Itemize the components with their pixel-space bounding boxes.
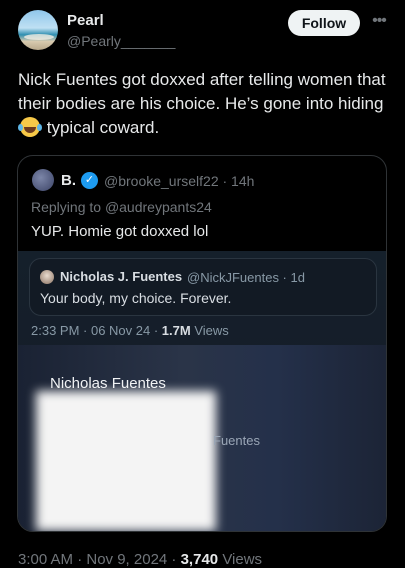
face-with-tears-of-joy-icon <box>18 117 40 137</box>
screenshot-inner-tweet: Nicholas J. Fuentes @NickJFuentes · 1d Y… <box>29 258 377 316</box>
tweet-timestamp[interactable]: 3:00 AM · Nov 9, 2024 · <box>18 551 176 568</box>
replying-prefix: Replying to <box>31 199 102 215</box>
tweet-header: Pearl @Pearly_______ Follow ••• <box>0 0 405 66</box>
quoted-tweet[interactable]: B. ✓ @brooke_urself22 · 14h Replying to … <box>17 155 387 532</box>
author-handle[interactable]: @Pearly_______ <box>67 33 175 49</box>
quoted-text: YUP. Homie got doxxed lol <box>31 223 209 240</box>
screenshot-inner-name: Nicholas J. Fuentes <box>60 269 183 284</box>
screenshot-meta-views-label: Views <box>194 323 229 338</box>
screenshot-meta-views-count: 1.7M <box>161 323 191 338</box>
quoted-avatar[interactable] <box>32 169 54 191</box>
screenshot-inner-handle-time: @NickJFuentes · 1d <box>187 270 305 285</box>
tweet-footer-meta: 3:00 AM · Nov 9, 2024 · 3,740 Views <box>18 551 262 568</box>
tweet-text-part1: Nick Fuentes got doxxed after telling wo… <box>18 70 386 113</box>
screenshot-meta-time: 2:33 PM · 06 Nov 24 · <box>31 323 159 338</box>
author-name[interactable]: Pearl <box>67 12 104 29</box>
screenshot-photo-caption: Fuentes <box>213 433 260 448</box>
tweet-text-part2: typical coward. <box>46 118 160 137</box>
avatar[interactable] <box>18 10 58 50</box>
screenshot-inner-avatar <box>40 270 54 284</box>
screenshot-meta: 2:33 PM · 06 Nov 24 · 1.7M Views <box>31 323 229 338</box>
follow-button[interactable]: Follow <box>288 10 360 36</box>
screenshot-inner-text: Your body, my choice. Forever. <box>40 290 232 306</box>
replying-to: Replying to @audreypants24 <box>31 199 212 215</box>
more-horizontal-icon[interactable]: ••• <box>369 11 389 31</box>
tweet-text: Nick Fuentes got doxxed after telling wo… <box>18 68 388 140</box>
views-label: Views <box>222 551 263 568</box>
quoted-handle-time: @brooke_urself22 · 14h <box>104 173 255 189</box>
views-count: 3,740 <box>180 551 219 568</box>
quoted-author-name: B. <box>61 172 76 189</box>
screenshot-photo-name: Nicholas Fuentes <box>50 375 166 392</box>
redaction-blur <box>36 391 216 531</box>
attached-screenshot-image[interactable]: Nicholas J. Fuentes @NickJFuentes · 1d Y… <box>18 251 386 531</box>
verified-badge-icon: ✓ <box>81 172 98 189</box>
replying-handle-link[interactable]: @audreypants24 <box>105 199 212 215</box>
